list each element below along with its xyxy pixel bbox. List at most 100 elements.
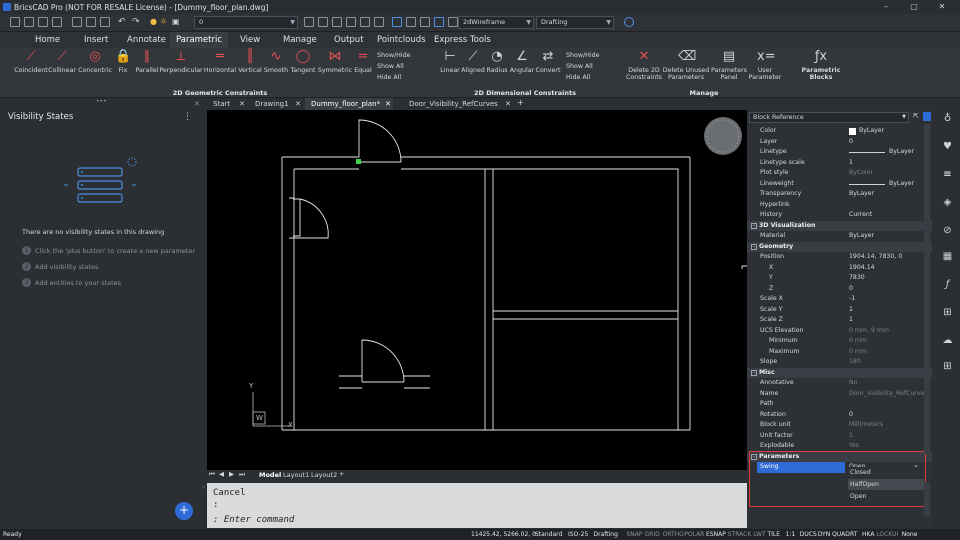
panel-close-icon[interactable]: ✕ xyxy=(194,100,200,108)
property-row[interactable]: History Current xyxy=(747,210,932,221)
publish-icon[interactable] xyxy=(100,17,110,27)
close-icon[interactable]: ✕ xyxy=(385,98,391,110)
property-row[interactable]: X 1904.14 xyxy=(747,263,932,274)
radius-button[interactable]: ◔ Radius xyxy=(485,50,509,75)
layout-tab-layout1[interactable]: Layout1 xyxy=(283,471,309,479)
last-layout-icon[interactable]: ⏭ xyxy=(239,470,245,479)
save-icon[interactable] xyxy=(38,17,48,27)
property-row[interactable]: Minimum 0 mm xyxy=(747,336,932,347)
workspace-combo[interactable]: Drafting ▼ xyxy=(536,16,614,29)
property-row[interactable]: Block unit Millimeters xyxy=(747,420,932,431)
lightbulb-icon[interactable]: ♁ xyxy=(941,112,954,125)
property-section[interactable]: – Geometry xyxy=(747,241,932,252)
prev-layout-icon[interactable]: ◀ xyxy=(219,470,224,478)
property-value[interactable]: 0 xyxy=(849,137,853,148)
property-row[interactable]: Z0 xyxy=(747,284,932,295)
layout-tab-layout2[interactable]: Layout2 xyxy=(311,471,337,479)
selection-combo[interactable]: Block Reference ▼ xyxy=(749,112,909,123)
property-value[interactable]: 0 xyxy=(849,410,853,421)
add-layout-icon[interactable]: + xyxy=(339,470,344,478)
property-row[interactable]: Slope 180 xyxy=(747,357,932,368)
property-row[interactable]: Maximum 0 mm xyxy=(747,347,932,358)
convert-button[interactable]: ⇄ Convert xyxy=(535,50,561,75)
help-icon[interactable] xyxy=(624,17,634,27)
property-row[interactable]: Color ByLayer xyxy=(747,126,932,137)
status-toggle[interactable]: None xyxy=(901,529,919,540)
status-toggle[interactable]: POLAR xyxy=(683,529,705,540)
status-toggle[interactable]: DUCS xyxy=(799,529,818,540)
explorer-icon[interactable] xyxy=(392,17,402,27)
perpendicular-button[interactable]: ⟂ Perpendicular xyxy=(159,50,203,75)
collapse-icon[interactable]: – xyxy=(751,222,757,229)
doc-tab-drawing1[interactable]: Drawing1 ✕ xyxy=(249,98,303,110)
status-toggle[interactable]: LWT xyxy=(752,529,766,540)
close-button[interactable]: ✕ xyxy=(928,0,956,14)
visual-style-icon[interactable] xyxy=(448,17,458,27)
properties-scrollbar[interactable] xyxy=(924,124,930,454)
status-toggle[interactable]: STRACK xyxy=(727,529,753,540)
command-line[interactable]: ✕ Cancel : : Enter command xyxy=(201,483,747,528)
command-input[interactable]: : Enter command xyxy=(213,515,294,525)
layer-iso-icon[interactable] xyxy=(332,17,342,27)
undo-icon[interactable]: ↶ xyxy=(118,17,126,27)
property-value[interactable]: Door_Visibility_RefCurves xyxy=(849,389,927,400)
status-toggle[interactable]: LOCKUI xyxy=(875,529,899,540)
doc-tab-door-visibility[interactable]: Door_Visibility_RefCurves ✕ xyxy=(403,98,513,110)
linear-button[interactable]: ⊢ Linear xyxy=(438,50,462,75)
dim-show-hide[interactable]: Show/Hide xyxy=(566,52,599,59)
status-toggle[interactable]: QUAD xyxy=(831,529,851,540)
geo-hide-all[interactable]: Hide All xyxy=(377,74,401,81)
dim-show-all[interactable]: Show All xyxy=(566,63,593,70)
match-layer-icon[interactable] xyxy=(318,17,328,27)
attachments-icon[interactable]: ⊘ xyxy=(941,224,954,237)
first-layout-icon[interactable]: ⏮ xyxy=(209,470,215,479)
saveas-icon[interactable] xyxy=(52,17,62,27)
parameters-fx-icon[interactable]: ƒ xyxy=(941,278,954,291)
property-value[interactable]: 0 xyxy=(849,284,853,295)
close-icon[interactable]: ✕ xyxy=(295,98,301,110)
tips-icon[interactable]: ♥ xyxy=(941,140,954,153)
property-row[interactable]: Unit factor 1 xyxy=(747,431,932,442)
property-value[interactable]: ByLayer xyxy=(889,147,914,158)
more-options-icon[interactable]: ⋮ xyxy=(183,112,192,122)
smooth-button[interactable]: ∿ Smooth xyxy=(262,50,290,75)
print-icon[interactable] xyxy=(72,17,82,27)
geo-show-hide[interactable]: Show/Hide xyxy=(377,52,410,59)
palette-icon[interactable] xyxy=(420,17,430,27)
property-value[interactable]: ByColor xyxy=(849,168,873,179)
tangent-button[interactable]: ◯ Tangent xyxy=(288,50,318,75)
layers-icon[interactable]: ◈ xyxy=(941,196,954,209)
new-icon[interactable] xyxy=(10,17,20,27)
close-icon[interactable]: ✕ xyxy=(505,98,511,110)
delete-unused-parameters-button[interactable]: ⌫ Delete Unused Parameters xyxy=(662,50,710,82)
property-row[interactable]: Transparency ByLayer xyxy=(747,189,932,200)
property-row[interactable]: Position 1904.14, 7830, 0 xyxy=(747,252,932,263)
property-row[interactable]: Layer 0 xyxy=(747,137,932,148)
property-value[interactable]: ByLayer xyxy=(849,189,874,200)
tab-view[interactable]: View xyxy=(234,32,266,48)
property-value[interactable]: Current xyxy=(849,210,872,221)
properties-icon[interactable]: ≡ xyxy=(941,168,954,181)
status-toggle[interactable]: SNAP xyxy=(626,529,644,540)
status-toggle[interactable]: ISO-25 xyxy=(567,529,589,540)
user-parameter-button[interactable]: x= User Parameter xyxy=(748,50,782,82)
layer-freeze-icon[interactable] xyxy=(360,17,370,27)
layer-sun-icon[interactable]: ☼ xyxy=(160,17,167,26)
view-icon[interactable] xyxy=(434,17,444,27)
status-toggle[interactable]: ORTHO xyxy=(662,529,685,540)
open-icon[interactable] xyxy=(24,17,34,27)
vertical-button[interactable]: ║ Vertical xyxy=(236,50,264,75)
layout-tab-model[interactable]: Model xyxy=(259,471,281,479)
property-row[interactable]: Rotation 0 xyxy=(747,410,932,421)
maximize-button[interactable]: ▢ xyxy=(900,0,928,14)
add-parameter-button[interactable]: + xyxy=(175,502,193,520)
property-value[interactable]: 0 mm, 9 mm xyxy=(849,326,889,337)
delete-constraints-button[interactable]: ✕ Delete 2D Constraints xyxy=(624,50,664,82)
plot-icon[interactable] xyxy=(86,17,96,27)
property-value[interactable]: 1 xyxy=(849,431,853,442)
property-section[interactable]: –3D Visualization xyxy=(747,220,932,231)
property-value[interactable]: 1904.14, 7830, 0 xyxy=(849,252,902,263)
layer-lock-icon[interactable]: ▣ xyxy=(172,17,180,26)
property-value[interactable]: -1 xyxy=(849,294,855,305)
layer-combo[interactable]: 0 ▼ xyxy=(194,16,298,29)
